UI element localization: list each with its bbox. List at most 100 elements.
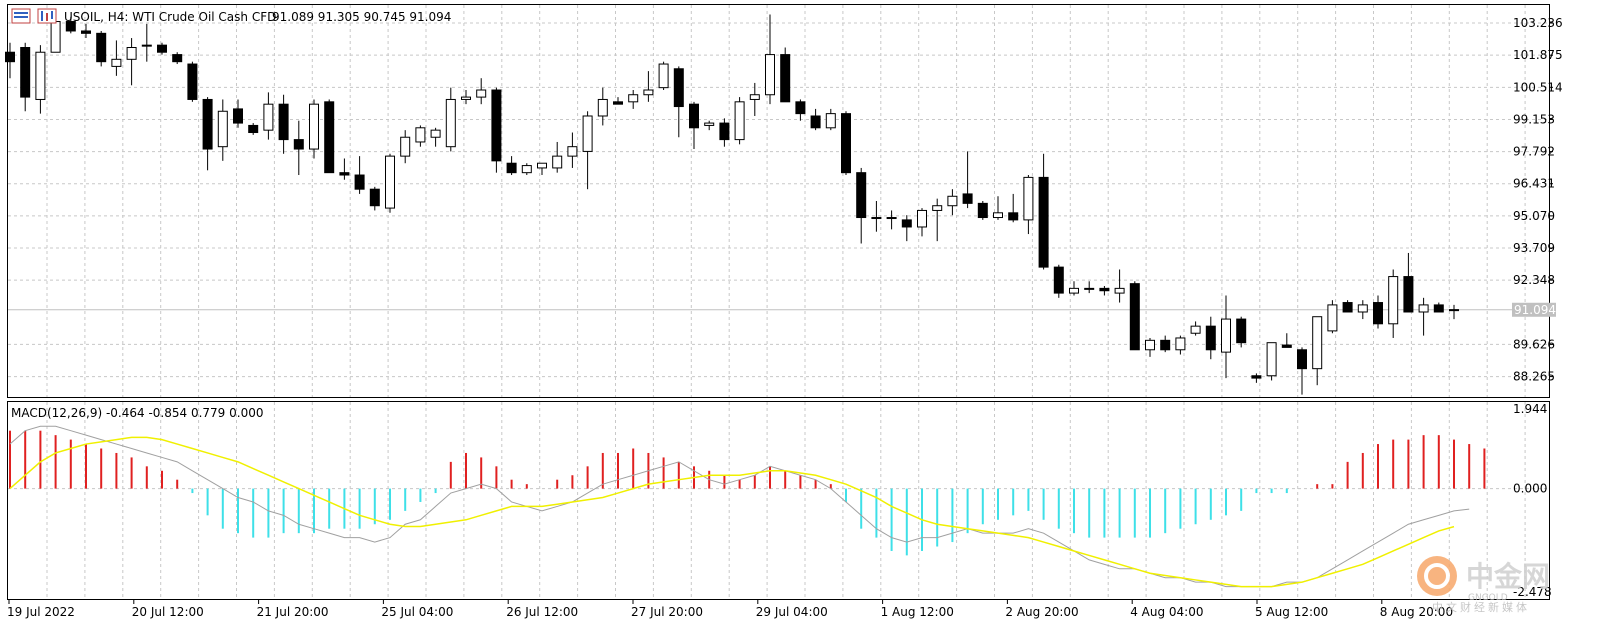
bear-candle[interactable] [1403,252,1414,313]
time-axis: 19 Jul 2022 20 Jul 12:00 21 Jul 20:00 25 Ju… [7,600,1453,619]
bull-candle[interactable] [597,87,608,126]
bear-candle[interactable] [1251,373,1262,383]
bull-candle[interactable] [1175,335,1186,355]
bull-candle[interactable] [1327,300,1338,334]
bear-candle[interactable] [780,47,791,103]
bull-candle[interactable] [1312,316,1323,386]
bear-candle[interactable] [795,99,806,121]
bear-candle[interactable] [248,123,259,135]
bull-candle[interactable] [385,153,395,213]
bull-candle[interactable] [537,162,547,176]
candle-body [917,209,927,228]
bear-candle[interactable] [901,215,912,242]
bull-candle[interactable] [35,45,46,114]
bull-candle[interactable] [734,97,745,145]
bull-candle[interactable] [1418,297,1429,336]
bear-candle[interactable] [613,97,623,105]
bull-candle[interactable] [461,90,471,105]
bull-candle[interactable] [932,198,943,242]
bear-candle[interactable] [856,167,867,244]
bull-candle[interactable] [263,92,274,140]
bear-candle[interactable] [689,101,699,150]
bear-candle[interactable] [202,97,213,171]
bear-candle[interactable] [1205,316,1216,360]
bull-candle[interactable] [1190,321,1201,336]
bull-candle[interactable] [400,130,411,164]
bear-candle[interactable] [977,201,988,220]
bull-candle[interactable] [643,71,654,102]
symbol-icons[interactable] [11,8,57,24]
bull-candle[interactable] [1084,281,1095,294]
bear-candle[interactable] [187,61,198,102]
bull-candle[interactable] [141,23,152,62]
bear-candle[interactable] [339,158,350,180]
bull-candle[interactable] [476,78,487,105]
bear-candle[interactable] [157,42,167,55]
bull-candle[interactable] [1145,337,1155,357]
bull-candle[interactable] [1357,300,1368,320]
bull-candle[interactable] [552,141,563,173]
bear-candle[interactable] [324,99,335,174]
bull-candle[interactable] [567,132,578,168]
bull-candle[interactable] [445,87,456,152]
bear-candle[interactable] [1038,153,1049,270]
bear-candle[interactable] [96,30,107,67]
bear-candle[interactable] [1053,264,1064,298]
bear-candle[interactable] [491,87,502,173]
bear-candle[interactable] [1297,347,1307,395]
bull-candle[interactable] [430,127,441,147]
bull-candle[interactable] [947,189,958,216]
bull-candle[interactable] [704,120,715,131]
bear-candle[interactable] [719,118,730,147]
bull-candle[interactable] [309,99,319,159]
bear-candle[interactable] [369,186,380,211]
bull-candle[interactable] [1388,269,1399,338]
bear-candle[interactable] [233,99,243,128]
bear-candle[interactable] [1160,335,1171,353]
bear-candle[interactable] [20,42,31,112]
bear-candle[interactable] [1281,333,1292,348]
bear-candle[interactable] [1342,300,1353,313]
bull-candle[interactable] [1449,304,1459,320]
bull-candle[interactable] [886,210,897,230]
bear-candle[interactable] [354,156,365,194]
bear-candle[interactable] [841,111,851,176]
bull-candle[interactable] [415,125,426,147]
bear-candle[interactable] [278,94,289,154]
candle-body [1236,318,1247,344]
bear-candle[interactable] [962,151,973,209]
bear-candle[interactable] [1373,295,1383,329]
bear-candle[interactable] [293,120,304,176]
price-axis-label: 89.626 [1513,337,1555,351]
time-axis-label: 2 Aug 20:00 [1005,605,1078,619]
bull-candle[interactable] [658,61,669,91]
bull-candle[interactable] [1114,269,1125,303]
bear-candle[interactable] [5,42,15,79]
bear-candle[interactable] [81,23,91,39]
bull-candle[interactable] [765,14,775,105]
bear-candle[interactable] [1129,281,1140,351]
bear-candle[interactable] [1099,286,1110,296]
bear-candle[interactable] [1008,193,1019,223]
bear-candle[interactable] [172,52,183,65]
bull-candle[interactable] [1266,342,1277,381]
bear-candle[interactable] [506,156,517,176]
bull-candle[interactable] [628,90,639,109]
bull-candle[interactable] [749,82,760,116]
bear-candle[interactable] [1433,302,1444,313]
bear-candle[interactable] [810,108,821,131]
bull-candle[interactable] [1221,295,1231,379]
bull-candle[interactable] [1023,175,1034,235]
bull-candle[interactable] [917,208,927,237]
bull-candle[interactable] [111,40,122,76]
bull-candle[interactable] [582,111,593,190]
macd-line[interactable] [9,425,1470,588]
candlestick-series[interactable] [5,14,1459,395]
bear-candle[interactable] [673,66,684,138]
bull-candle[interactable] [1069,281,1079,296]
bull-candle[interactable] [521,163,532,176]
bear-candle[interactable] [1236,316,1247,348]
bull-candle[interactable] [825,108,836,131]
signal-line[interactable] [9,436,1455,588]
bull-candle[interactable] [126,38,137,86]
